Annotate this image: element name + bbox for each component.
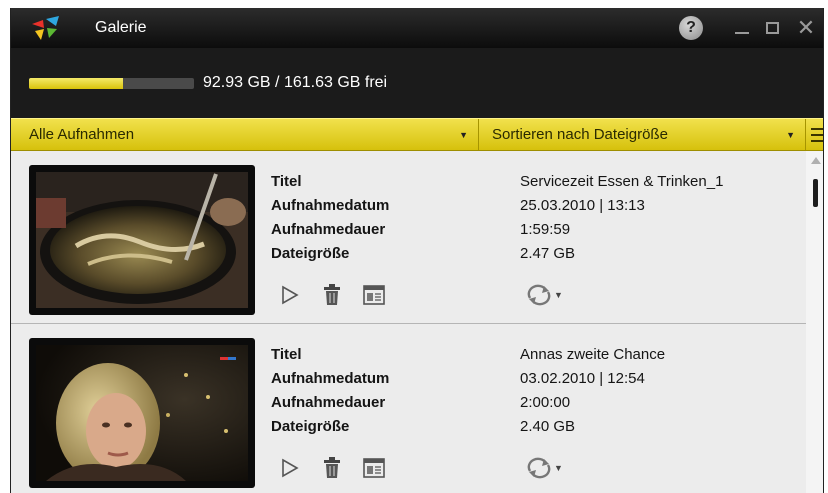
chevron-down-icon: ▼ — [554, 463, 563, 473]
title-value: Annas zweite Chance — [520, 346, 666, 363]
storage-bar — [29, 78, 194, 89]
storage-bar-fill — [29, 78, 124, 89]
play-icon — [282, 458, 299, 478]
trash-icon — [324, 457, 340, 478]
title-value: Servicezeit Essen & Trinken_1 — [520, 173, 724, 190]
window-title: Galerie — [95, 19, 147, 36]
duration-label: Aufnahmedauer — [271, 394, 386, 411]
date-value: 03.02.2010 | 12:54 — [520, 370, 645, 387]
convert-button[interactable]: ▼ — [526, 282, 563, 308]
details-icon — [363, 458, 385, 478]
convert-icon — [527, 457, 551, 479]
close-button[interactable]: ✕ — [795, 15, 817, 40]
list-item[interactable]: Titel Aufnahmedatum Aufnahmedauer Dateig… — [11, 324, 806, 493]
trash-icon — [324, 284, 340, 305]
play-button[interactable] — [275, 454, 305, 482]
delete-button[interactable] — [317, 454, 347, 482]
menu-icon — [810, 128, 823, 130]
thumbnail-image — [36, 172, 248, 308]
date-label: Aufnahmedatum — [271, 197, 390, 214]
sort-dropdown[interactable]: Sortieren nach Dateigröße ▼ — [480, 119, 806, 150]
chevron-down-icon: ▼ — [786, 129, 795, 140]
filter-dropdown[interactable]: Alle Aufnahmen ▼ — [11, 119, 479, 150]
storage-panel: 92.93 GB / 161.63 GB frei — [11, 48, 823, 118]
sort-dropdown-label: Sortieren nach Dateigröße — [492, 126, 668, 143]
recording-thumbnail[interactable] — [29, 165, 255, 315]
scrollbar[interactable] — [806, 151, 823, 493]
play-button[interactable] — [275, 281, 305, 309]
chevron-down-icon: ▼ — [554, 290, 563, 300]
size-label: Dateigröße — [271, 418, 350, 435]
field-values: Servicezeit Essen & Trinken_1 25.03.2010… — [520, 170, 723, 266]
help-button[interactable]: ? — [679, 16, 703, 40]
delete-button[interactable] — [317, 281, 347, 309]
size-value: 2.40 GB — [520, 418, 576, 435]
details-button[interactable] — [359, 281, 389, 309]
details-button[interactable] — [359, 454, 389, 482]
size-value: 2.47 GB — [520, 245, 576, 262]
minimize-icon — [735, 32, 749, 34]
duration-label: Aufnahmedauer — [271, 221, 386, 238]
gallery-window: Galerie ? ✕ 92.93 GB / 161.63 GB frei Al… — [10, 8, 824, 493]
maximize-icon — [765, 22, 779, 34]
title-label: Titel — [271, 173, 302, 190]
item-actions — [275, 281, 389, 309]
duration-value: 2:00:00 — [520, 394, 571, 411]
thumbnail-image — [36, 345, 248, 481]
scroll-up-arrow-icon[interactable] — [811, 157, 821, 164]
filter-bar: Alle Aufnahmen ▼ Sortieren nach Dateigrö… — [11, 118, 823, 151]
filter-dropdown-label: Alle Aufnahmen — [29, 126, 135, 143]
chevron-down-icon: ▼ — [459, 129, 468, 140]
duration-value: 1:59:59 — [520, 221, 571, 238]
field-values: Annas zweite Chance 03.02.2010 | 12:54 2… — [520, 343, 665, 439]
details-icon — [363, 285, 385, 305]
date-label: Aufnahmedatum — [271, 370, 390, 387]
date-value: 25.03.2010 | 13:13 — [520, 197, 645, 214]
field-labels: Titel Aufnahmedatum Aufnahmedauer Dateig… — [271, 343, 389, 439]
view-menu-button[interactable] — [808, 122, 823, 148]
scrollbar-thumb[interactable] — [813, 179, 818, 207]
field-labels: Titel Aufnahmedatum Aufnahmedauer Dateig… — [271, 170, 389, 266]
list-item[interactable]: Titel Aufnahmedatum Aufnahmedauer Dateig… — [11, 151, 806, 324]
maximize-button[interactable] — [761, 16, 783, 40]
minimize-button[interactable] — [731, 16, 753, 40]
storage-text: 92.93 GB / 161.63 GB frei — [203, 74, 388, 91]
item-actions — [275, 454, 389, 482]
recordings-list: Titel Aufnahmedatum Aufnahmedauer Dateig… — [11, 151, 806, 493]
size-label: Dateigröße — [271, 245, 350, 262]
title-label: Titel — [271, 346, 302, 363]
convert-button[interactable]: ▼ — [526, 455, 563, 481]
app-logo-icon — [32, 16, 59, 40]
convert-icon — [527, 284, 551, 306]
play-icon — [282, 285, 299, 305]
recording-thumbnail[interactable] — [29, 338, 255, 488]
title-bar: Galerie ? ✕ — [11, 8, 823, 48]
